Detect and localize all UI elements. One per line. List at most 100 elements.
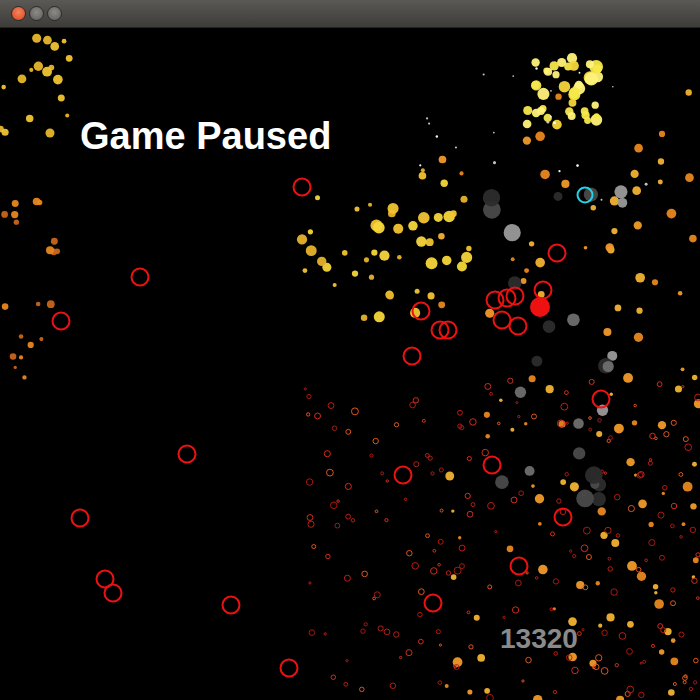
particle xyxy=(433,549,436,552)
particle xyxy=(623,373,633,383)
particle xyxy=(535,494,544,503)
particle xyxy=(533,695,542,700)
particle xyxy=(627,561,637,571)
particle xyxy=(512,607,518,613)
maximize-button[interactable] xyxy=(47,6,62,21)
particle xyxy=(675,385,682,392)
particle xyxy=(393,224,403,234)
particle xyxy=(467,456,471,460)
particle xyxy=(326,554,330,558)
particle xyxy=(406,650,412,656)
particle xyxy=(34,62,43,71)
particle xyxy=(671,503,676,508)
particle xyxy=(692,375,697,380)
particle xyxy=(627,621,634,628)
particle xyxy=(593,64,602,73)
particle xyxy=(324,451,330,457)
particle xyxy=(26,115,33,122)
particle xyxy=(471,503,475,507)
minimize-button[interactable] xyxy=(29,6,44,21)
particle xyxy=(364,623,367,626)
particle xyxy=(458,536,461,539)
particle xyxy=(615,305,622,312)
particle xyxy=(304,388,306,390)
particle xyxy=(451,509,454,512)
particle xyxy=(378,626,383,631)
close-button[interactable] xyxy=(11,6,26,21)
particle xyxy=(540,170,550,180)
particle xyxy=(561,180,569,188)
enemy xyxy=(294,179,311,196)
particle xyxy=(602,630,608,636)
game-canvas[interactable]: Game Paused13320 xyxy=(0,28,700,700)
particle xyxy=(511,497,517,503)
particle xyxy=(507,546,514,553)
particle xyxy=(557,499,561,503)
particle xyxy=(440,509,443,512)
enemy xyxy=(549,245,566,262)
particle xyxy=(1,85,6,90)
particle xyxy=(555,93,561,99)
title-bar xyxy=(0,0,700,28)
particle xyxy=(415,289,420,294)
particle xyxy=(445,472,454,481)
particle xyxy=(645,183,648,186)
particle xyxy=(459,171,463,175)
enemy xyxy=(511,558,528,575)
particle xyxy=(413,398,418,403)
particle xyxy=(524,422,527,425)
particle xyxy=(346,429,351,434)
particle xyxy=(546,121,549,124)
particle xyxy=(419,172,427,180)
particle xyxy=(11,211,18,218)
particle xyxy=(537,88,549,100)
particle xyxy=(660,555,665,560)
particle xyxy=(412,563,419,570)
particle xyxy=(686,89,692,95)
particle xyxy=(362,571,368,577)
particle xyxy=(418,612,423,617)
particle xyxy=(694,658,699,663)
particle xyxy=(583,527,590,534)
particle xyxy=(652,279,658,285)
particle xyxy=(682,385,684,387)
particle xyxy=(490,392,493,395)
enemy xyxy=(535,282,552,299)
particle xyxy=(426,257,438,269)
particle xyxy=(419,164,421,166)
particle xyxy=(684,675,687,678)
particle xyxy=(315,413,321,419)
particle xyxy=(546,385,554,393)
particle xyxy=(627,686,634,693)
particle xyxy=(438,681,442,685)
particle xyxy=(678,291,683,296)
particle xyxy=(616,696,624,700)
particle xyxy=(614,424,624,434)
particle xyxy=(683,681,686,684)
particle xyxy=(614,494,619,499)
particle xyxy=(379,251,389,261)
particle xyxy=(428,292,435,299)
particle xyxy=(445,684,449,688)
particle xyxy=(344,682,348,686)
particle xyxy=(573,555,576,558)
particle xyxy=(438,301,445,308)
enemy xyxy=(413,303,430,320)
particle xyxy=(636,308,642,314)
particle xyxy=(634,404,637,407)
particle xyxy=(631,170,639,178)
particle xyxy=(307,394,311,398)
particle xyxy=(615,663,618,666)
particle xyxy=(315,195,320,200)
particle xyxy=(649,540,655,546)
enemy xyxy=(281,660,298,677)
particle xyxy=(567,313,580,326)
particle xyxy=(569,99,577,107)
particle xyxy=(467,611,470,614)
enemy xyxy=(440,322,457,339)
particle xyxy=(611,228,617,234)
particle xyxy=(324,633,326,635)
particle xyxy=(454,665,459,670)
particle xyxy=(611,589,618,596)
particle xyxy=(583,585,588,590)
